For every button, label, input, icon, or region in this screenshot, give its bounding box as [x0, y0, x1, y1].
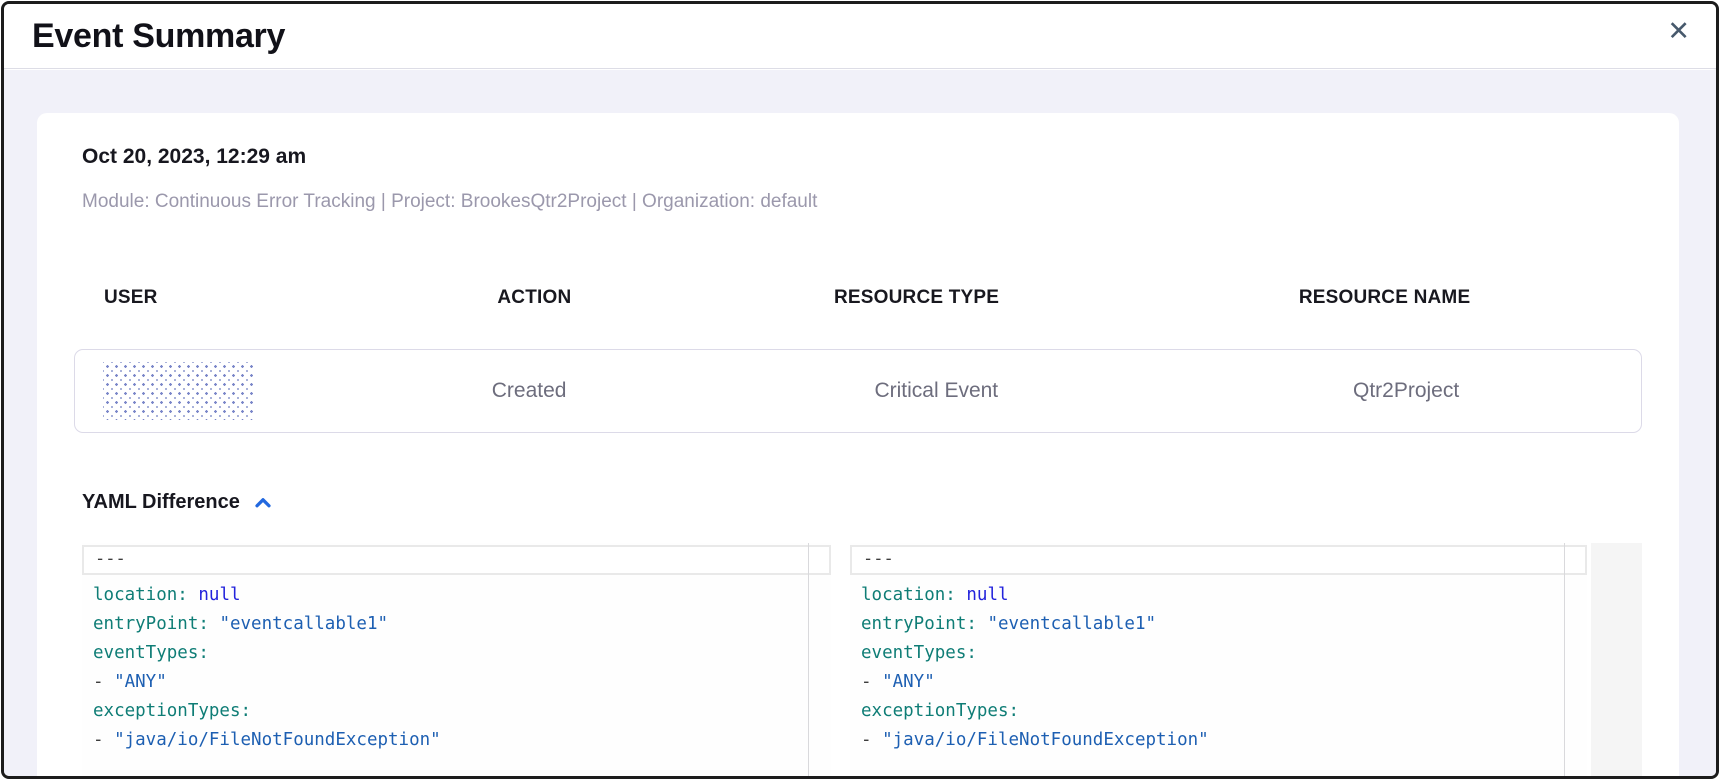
- column-header-action: ACTION: [363, 287, 706, 309]
- user-cell: [75, 362, 357, 420]
- yaml-code-line: location: null: [861, 581, 1576, 610]
- yaml-doc-separator-row: ---: [82, 545, 831, 575]
- yaml-diff-container: --- location: nullentryPoint: "eventcall…: [82, 543, 1642, 779]
- modal-body: Oct 20, 2023, 12:29 am Module: Continuou…: [4, 70, 1716, 776]
- table-row: Created Critical Event Qtr2Project: [74, 349, 1642, 433]
- yaml-code-line: entryPoint: "eventcallable1": [93, 610, 820, 639]
- yaml-code-line: - "ANY": [861, 668, 1576, 697]
- yaml-panel-left[interactable]: --- location: nullentryPoint: "eventcall…: [82, 543, 831, 779]
- panel-scrollbar-divider: [1564, 543, 1565, 779]
- redacted-user-avatar: [103, 362, 255, 420]
- column-header-resource-type: RESOURCE TYPE: [706, 287, 1127, 309]
- yaml-code-line: - "java/io/FileNotFoundException": [93, 726, 820, 755]
- table-header-row: USER ACTION RESOURCE TYPE RESOURCE NAME: [82, 287, 1642, 309]
- event-summary-modal: Event Summary ✕ Oct 20, 2023, 12:29 am M…: [1, 1, 1719, 779]
- yaml-code-line: entryPoint: "eventcallable1": [861, 610, 1576, 639]
- yaml-code-line: eventTypes:: [861, 639, 1576, 668]
- scrollbar-track[interactable]: [1591, 543, 1642, 779]
- event-meta: Module: Continuous Error Tracking | Proj…: [82, 190, 1642, 213]
- yaml-code-right: location: nullentryPoint: "eventcallable…: [850, 575, 1587, 755]
- yaml-doc-separator-row: ---: [850, 545, 1587, 575]
- event-card: Oct 20, 2023, 12:29 am Module: Continuou…: [37, 113, 1679, 779]
- column-header-resource-name: RESOURCE NAME: [1127, 287, 1642, 309]
- modal-header: Event Summary ✕: [4, 4, 1716, 69]
- column-header-user: USER: [82, 287, 363, 309]
- yaml-code-line: location: null: [93, 581, 820, 610]
- yaml-code-line: - "ANY": [93, 668, 820, 697]
- yaml-panel-right[interactable]: --- location: nullentryPoint: "eventcall…: [850, 543, 1587, 779]
- panel-scrollbar-divider: [808, 543, 809, 779]
- yaml-code-line: eventTypes:: [93, 639, 820, 668]
- resource-name-cell: Qtr2Project: [1171, 379, 1641, 403]
- event-date: Oct 20, 2023, 12:29 am: [82, 144, 1642, 170]
- yaml-code-line: - "java/io/FileNotFoundException": [861, 726, 1576, 755]
- page-title: Event Summary: [32, 17, 285, 56]
- yaml-code-left: location: nullentryPoint: "eventcallable…: [82, 575, 831, 755]
- chevron-up-icon[interactable]: [252, 492, 274, 514]
- close-icon[interactable]: ✕: [1667, 18, 1690, 45]
- yaml-code-line: exceptionTypes:: [861, 697, 1576, 726]
- yaml-code-line: exceptionTypes:: [93, 697, 820, 726]
- yaml-difference-label: YAML Difference: [82, 491, 240, 514]
- resource-type-cell: Critical Event: [701, 379, 1171, 403]
- action-cell: Created: [357, 379, 702, 403]
- yaml-difference-toggle[interactable]: YAML Difference: [82, 491, 274, 514]
